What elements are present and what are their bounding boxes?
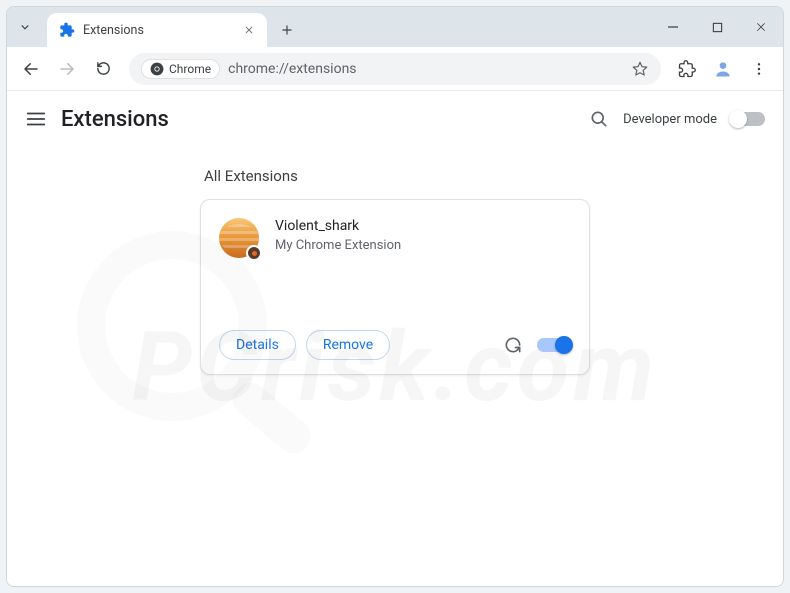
forward-button[interactable] xyxy=(51,53,83,85)
puzzle-piece-icon xyxy=(59,22,75,38)
minimize-button[interactable] xyxy=(651,7,695,47)
maximize-button[interactable] xyxy=(695,7,739,47)
section-label: All Extensions xyxy=(200,167,590,185)
extension-name: Violent_shark xyxy=(275,218,401,234)
extensions-content: All Extensions Violent_shark My Chrome E… xyxy=(7,147,783,395)
header-actions: Developer mode xyxy=(589,109,765,129)
omnibox[interactable]: Chrome chrome://extensions xyxy=(129,53,661,85)
extensions-icon[interactable] xyxy=(671,53,703,85)
extension-enable-toggle[interactable] xyxy=(537,338,571,352)
devmode-label: Developer mode xyxy=(623,112,717,127)
remove-button[interactable]: Remove xyxy=(306,330,390,360)
toolbar: Chrome chrome://extensions xyxy=(7,47,783,91)
browser-window: Extensions Chrome chrome://extensions xyxy=(6,6,784,587)
extension-card: Violent_shark My Chrome Extension Detail… xyxy=(200,199,590,375)
profile-avatar-icon[interactable] xyxy=(707,53,739,85)
reload-extension-icon[interactable] xyxy=(503,335,523,355)
url-text: chrome://extensions xyxy=(228,61,623,77)
close-tab-icon[interactable] xyxy=(241,22,257,38)
page-header: Extensions Developer mode xyxy=(7,91,783,147)
search-icon[interactable] xyxy=(589,109,609,129)
hamburger-menu-icon[interactable] xyxy=(25,108,47,130)
titlebar: Extensions xyxy=(7,7,783,47)
browser-tab[interactable]: Extensions xyxy=(47,13,267,47)
devmode-toggle[interactable] xyxy=(731,112,765,126)
window-controls xyxy=(651,7,783,47)
tab-title: Extensions xyxy=(83,23,233,38)
extension-icon xyxy=(219,218,259,258)
reload-button[interactable] xyxy=(87,53,119,85)
extension-description: My Chrome Extension xyxy=(275,238,401,253)
close-window-button[interactable] xyxy=(739,7,783,47)
bookmark-star-icon[interactable] xyxy=(631,60,649,78)
new-tab-button[interactable] xyxy=(273,16,301,44)
page-title: Extensions xyxy=(61,107,169,132)
chrome-chip: Chrome xyxy=(141,59,220,79)
menu-icon[interactable] xyxy=(743,53,775,85)
chrome-icon xyxy=(150,62,164,76)
page-content: PCrisk.com Extensions Developer mode All… xyxy=(7,91,783,586)
chip-label: Chrome xyxy=(169,62,211,76)
tab-search-dropdown-icon[interactable] xyxy=(7,7,43,47)
details-button[interactable]: Details xyxy=(219,330,296,360)
back-button[interactable] xyxy=(15,53,47,85)
extension-badge-icon xyxy=(246,245,262,261)
